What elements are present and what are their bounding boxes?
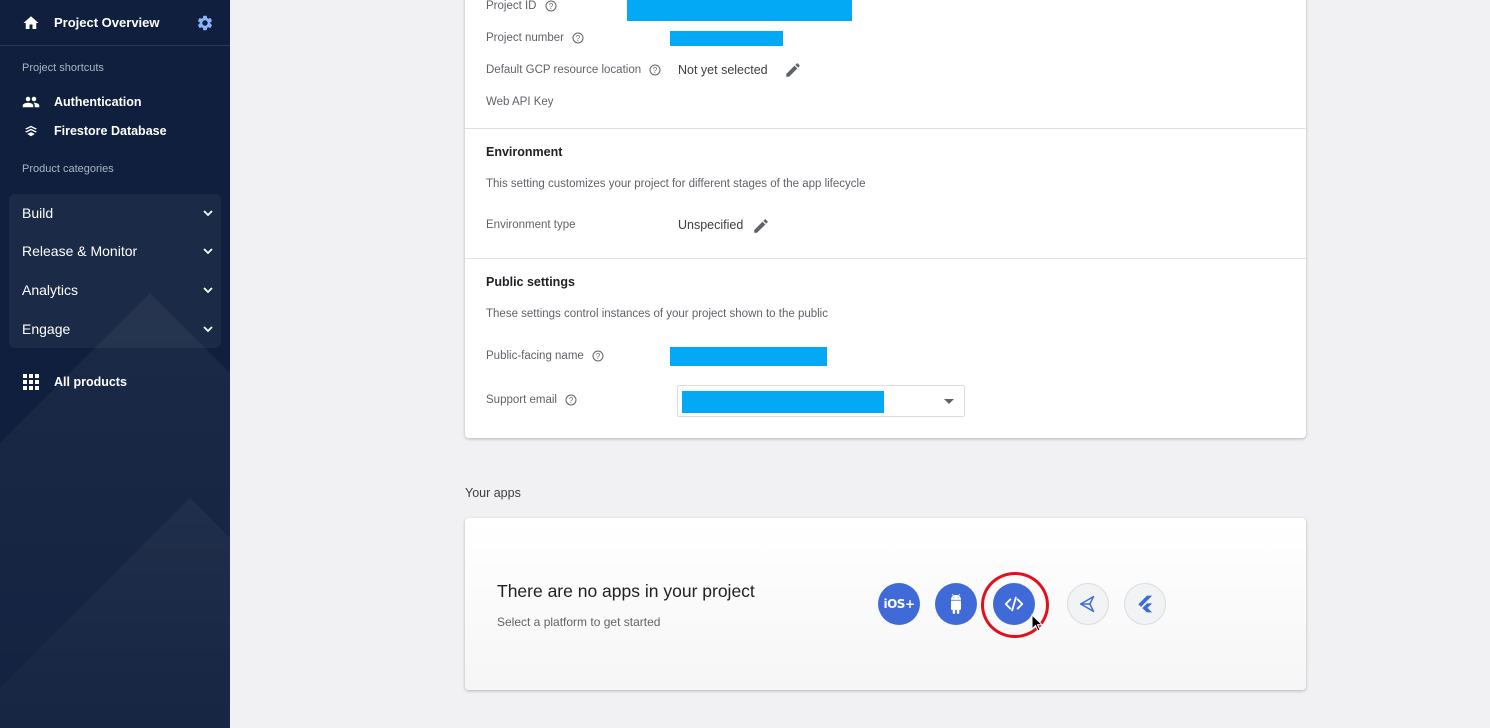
environment-type-label: Environment type — [486, 219, 576, 231]
project-id-row: Project ID ? — [486, 0, 557, 12]
sidebar-item-label: Authentication — [54, 95, 142, 109]
category-analytics[interactable]: Analytics — [22, 271, 218, 309]
gear-icon[interactable] — [196, 14, 214, 32]
svg-text:?: ? — [596, 352, 601, 361]
project-id-value-redacted — [627, 0, 852, 21]
category-label: Engage — [22, 321, 71, 337]
public-name-value-redacted[interactable] — [670, 347, 827, 366]
people-icon — [22, 96, 40, 108]
edit-pencil-icon[interactable] — [784, 61, 802, 79]
product-categories: Build Release & Monitor Analytics Engage — [9, 194, 221, 348]
public-settings-description: These settings control instances of your… — [486, 308, 828, 320]
add-android-app-button[interactable] — [935, 583, 977, 625]
help-icon[interactable]: ? — [545, 0, 557, 12]
help-icon[interactable]: ? — [592, 350, 604, 362]
add-unity-app-button[interactable] — [1067, 583, 1109, 625]
ios-icon: iOS+ — [883, 597, 915, 611]
gcp-location-value: Not yet selected — [678, 63, 768, 77]
project-number-value-redacted — [670, 31, 783, 46]
sidebar-header: Project Overview — [0, 0, 230, 46]
support-email-value-redacted — [682, 391, 884, 413]
sidebar-item-firestore[interactable]: Firestore Database — [22, 120, 167, 142]
svg-text:?: ? — [576, 34, 581, 43]
firestore-icon — [25, 125, 37, 137]
edit-pencil-icon[interactable] — [752, 217, 770, 235]
chevron-down-icon — [203, 287, 213, 294]
divider — [465, 128, 1306, 129]
project-number-row: Project number ? — [486, 32, 584, 44]
web-api-key-label: Web API Key — [486, 96, 554, 108]
chevron-down-icon — [203, 326, 213, 333]
category-release-monitor[interactable]: Release & Monitor — [22, 232, 218, 270]
support-email-label: Support email — [486, 394, 557, 406]
chevron-down-icon — [203, 210, 213, 217]
support-email-select[interactable] — [677, 385, 965, 417]
your-apps-heading: Your apps — [465, 486, 521, 500]
android-icon — [951, 594, 961, 614]
dropdown-caret-icon — [944, 399, 954, 404]
home-icon[interactable] — [22, 14, 40, 32]
help-icon[interactable]: ? — [565, 394, 577, 406]
svg-text:?: ? — [569, 396, 574, 405]
sidebar-item-label: Firestore Database — [54, 124, 167, 138]
category-label: Build — [22, 205, 54, 221]
divider — [465, 258, 1306, 259]
gcp-location-row: Default GCP resource location ? — [486, 64, 661, 76]
svg-text:?: ? — [653, 66, 658, 75]
add-ios-app-button[interactable]: iOS+ — [878, 583, 920, 625]
mouse-cursor-icon — [1031, 614, 1043, 632]
project-overview-link[interactable]: Project Overview — [54, 15, 160, 30]
grid-icon — [23, 374, 39, 390]
chevron-down-icon — [203, 248, 213, 255]
category-build[interactable]: Build — [22, 194, 218, 232]
sidebar: Project Overview Project shortcuts Authe… — [0, 0, 230, 728]
all-products-link[interactable]: All products — [22, 371, 127, 393]
no-apps-subtitle: Select a platform to get started — [497, 615, 661, 629]
unity-icon — [1079, 595, 1095, 613]
add-flutter-app-button[interactable] — [1124, 583, 1166, 625]
public-name-label: Public-facing name — [486, 350, 584, 362]
categories-label: Product categories — [22, 163, 114, 175]
project-settings-card: Project ID ? Project number ? Default GC… — [465, 0, 1306, 438]
gcp-location-label: Default GCP resource location — [486, 64, 642, 76]
public-name-row: Public-facing name ? — [486, 350, 604, 362]
project-id-label: Project ID — [486, 0, 537, 12]
environment-title: Environment — [486, 145, 563, 159]
all-products-label: All products — [54, 375, 127, 389]
category-engage[interactable]: Engage — [22, 310, 218, 348]
environment-type-row: Environment type — [486, 219, 576, 231]
public-settings-title: Public settings — [486, 275, 575, 289]
support-email-row: Support email ? — [486, 394, 577, 406]
no-apps-title: There are no apps in your project — [497, 581, 755, 601]
svg-text:?: ? — [548, 2, 553, 11]
shortcuts-label: Project shortcuts — [22, 62, 104, 74]
category-label: Analytics — [22, 282, 79, 298]
help-icon[interactable]: ? — [649, 64, 661, 76]
help-icon[interactable]: ? — [572, 32, 584, 44]
flutter-icon — [1138, 595, 1153, 613]
project-number-label: Project number — [486, 32, 564, 44]
environment-type-value: Unspecified — [678, 218, 744, 232]
sidebar-item-authentication[interactable]: Authentication — [22, 91, 142, 113]
web-api-key-row: Web API Key — [486, 96, 554, 108]
category-label: Release & Monitor — [22, 243, 138, 259]
environment-description: This setting customizes your project for… — [486, 178, 866, 190]
